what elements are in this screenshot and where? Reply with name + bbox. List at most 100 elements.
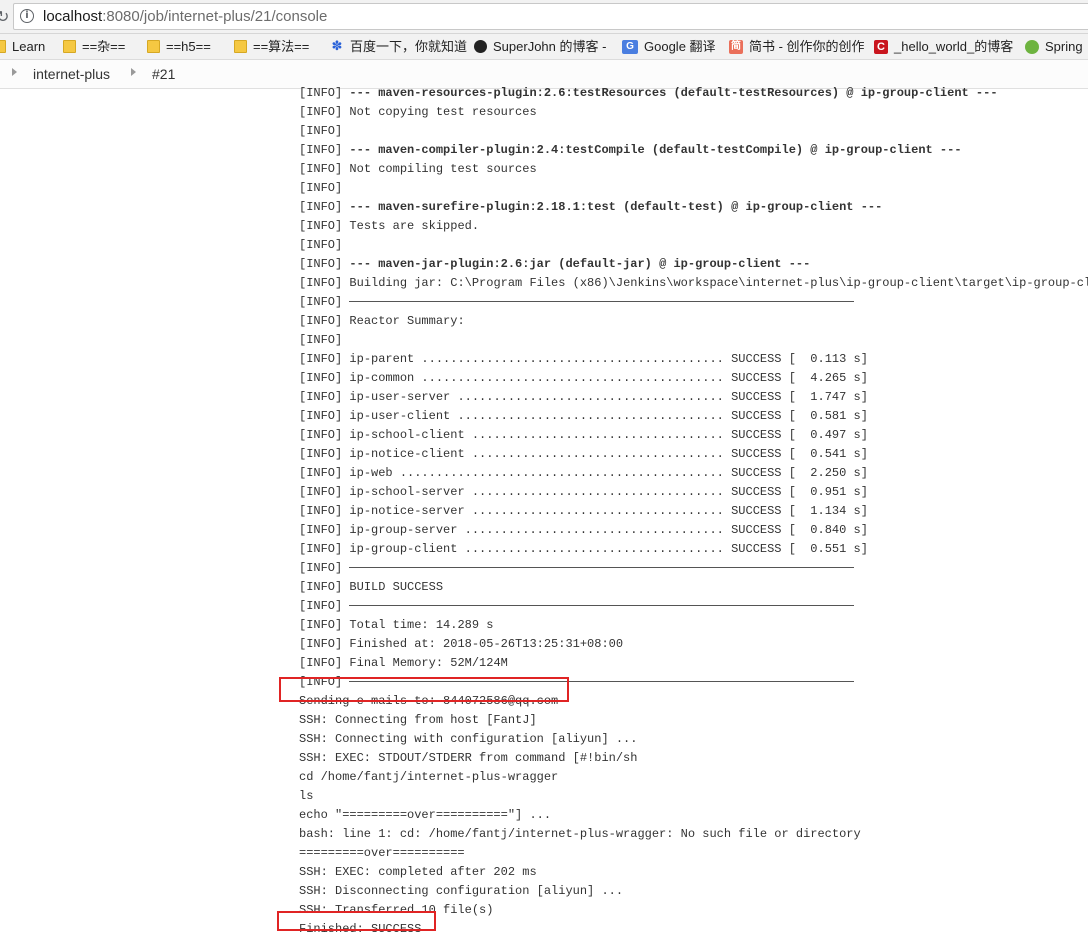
- console-line: [INFO] --- maven-surefire-plugin:2.18.1:…: [299, 198, 1088, 217]
- bookmark-jianshu[interactable]: 简简书 - 创作你的创作: [729, 38, 865, 56]
- info-icon[interactable]: i: [20, 9, 34, 23]
- console-line-text: ip-group-client ........................…: [349, 542, 868, 556]
- log-level-prefix: [INFO]: [299, 276, 350, 290]
- console-output: [INFO] --- maven-resources-plugin:2.6:te…: [299, 84, 1088, 939]
- log-level-prefix: [INFO]: [299, 504, 350, 518]
- console-line: SSH: EXEC: completed after 202 ms: [299, 863, 1088, 882]
- console-line: [INFO]: [299, 236, 1088, 255]
- bookmark-label: _hello_world_的博客: [894, 39, 1014, 54]
- console-line: [INFO] --- maven-compiler-plugin:2.4:tes…: [299, 141, 1088, 160]
- console-line: [INFO] ip-web ..........................…: [299, 464, 1088, 483]
- bookmark-label: 百度一下，你就知道: [350, 39, 468, 54]
- log-level-prefix: [INFO]: [299, 542, 350, 556]
- console-line: [INFO]: [299, 179, 1088, 198]
- log-level-prefix: [INFO]: [299, 599, 350, 613]
- folder-icon: [63, 40, 76, 54]
- console-line-text: --- maven-surefire-plugin:2.18.1:test (d…: [349, 200, 883, 214]
- bookmark-label: ==算法==: [253, 39, 310, 54]
- log-level-prefix: [INFO]: [299, 580, 350, 594]
- console-line-text: BUILD SUCCESS: [349, 580, 444, 594]
- bookmark-spring[interactable]: Spring: [1025, 38, 1083, 56]
- bookmark-label: Google 翻译: [644, 39, 716, 54]
- log-level-prefix: [INFO]: [299, 618, 350, 632]
- bookmark-csdn[interactable]: C _hello_world_的博客: [874, 38, 1013, 56]
- console-line-text: Not compiling test sources: [349, 162, 537, 176]
- separator-rule: [349, 301, 855, 303]
- console-line-text: ip-notice-server .......................…: [349, 504, 868, 518]
- console-line: [INFO] Building jar: C:\Program Files (x…: [299, 274, 1088, 293]
- console-line-text: ip-group-server ........................…: [349, 523, 868, 537]
- bookmark-google-translate[interactable]: G Google 翻译: [622, 38, 716, 56]
- bookmark-label: ==h5==: [166, 39, 211, 54]
- console-line: [INFO] ip-school-client ................…: [299, 426, 1088, 445]
- log-level-prefix: [INFO]: [299, 219, 350, 233]
- reload-icon[interactable]: ↻: [0, 7, 10, 27]
- spring-icon: [1025, 39, 1039, 54]
- log-level-prefix: [INFO]: [299, 561, 350, 575]
- console-line: [INFO] ip-school-server ................…: [299, 483, 1088, 502]
- github-icon: [474, 40, 487, 54]
- log-level-prefix: [INFO]: [299, 200, 350, 214]
- console-line: cd /home/fantj/internet-plus-wragger: [299, 768, 1088, 787]
- url-path: :8080/job/internet-plus/21/console: [102, 8, 328, 25]
- console-line-text: ip-notice-client .......................…: [349, 447, 868, 461]
- console-line-text: SSH: Connecting with configuration [aliy…: [299, 732, 638, 746]
- log-level-prefix: [INFO]: [299, 637, 350, 651]
- console-line: [INFO] --- maven-jar-plugin:2.6:jar (def…: [299, 255, 1088, 274]
- console-line-text: ip-user-server .........................…: [349, 390, 868, 404]
- console-line-text: SSH: EXEC: STDOUT/STDERR from command [#…: [299, 751, 638, 765]
- console-line: SSH: Connecting from host [FantJ]: [299, 711, 1088, 730]
- log-level-prefix: [INFO]: [299, 447, 350, 461]
- console-line: SSH: Disconnecting configuration [aliyun…: [299, 882, 1088, 901]
- url-host: localhost: [43, 8, 103, 25]
- folder-icon: [234, 40, 247, 54]
- console-line-text: SSH: Disconnecting configuration [aliyun…: [299, 884, 624, 898]
- console-line-text: ip-user-client .........................…: [349, 409, 868, 423]
- bookmarks-bar: Learn ==杂== ==h5== ==算法== ✽ 百度一下，你就知道 Sup…: [0, 34, 1088, 60]
- console-line-text: Not copying test resources: [349, 105, 537, 119]
- console-line: [INFO] ip-group-client .................…: [299, 540, 1088, 559]
- folder-icon: [0, 40, 6, 54]
- url-text[interactable]: localhost:8080/job/internet-plus/21/cons…: [43, 8, 327, 26]
- bookmark-label: Spring: [1045, 39, 1083, 54]
- console-line: [INFO] ip-user-client ..................…: [299, 407, 1088, 426]
- log-level-prefix: [INFO]: [299, 390, 350, 404]
- separator-rule: [349, 567, 855, 569]
- breadcrumb-build-link[interactable]: #21: [152, 66, 175, 83]
- console-line-text: ip-school-client .......................…: [349, 428, 868, 442]
- console-line-text: SSH: Connecting from host [FantJ]: [299, 713, 537, 727]
- console-line-text: =========over==========: [299, 846, 465, 860]
- console-line-text: Reactor Summary:: [349, 314, 465, 328]
- breadcrumb-separator-icon: [131, 68, 136, 76]
- console-line: [INFO] Reactor Summary:: [299, 312, 1088, 331]
- bookmark-algorithms[interactable]: ==算法==: [234, 38, 309, 56]
- folder-icon: [147, 40, 160, 54]
- console-line: [INFO] ip-group-server .................…: [299, 521, 1088, 540]
- bookmark-h5[interactable]: ==h5==: [147, 38, 211, 56]
- log-level-prefix: [INFO]: [299, 295, 350, 309]
- console-line: [INFO] ip-notice-server ................…: [299, 502, 1088, 521]
- console-line-text: SSH: EXEC: completed after 202 ms: [299, 865, 537, 879]
- jianshu-icon: 简: [729, 39, 743, 54]
- console-line: [INFO]: [299, 122, 1088, 141]
- address-bar: ↻ i localhost:8080/job/internet-plus/21/…: [0, 0, 1088, 34]
- console-line: [INFO] ip-user-server ..................…: [299, 388, 1088, 407]
- console-line: [INFO] ip-parent .......................…: [299, 350, 1088, 369]
- log-level-prefix: [INFO]: [299, 371, 350, 385]
- log-level-prefix: [INFO]: [299, 162, 350, 176]
- console-line-text: Total time: 14.289 s: [349, 618, 494, 632]
- console-line: SSH: EXEC: STDOUT/STDERR from command [#…: [299, 749, 1088, 768]
- console-line: [INFO] Finished at: 2018-05-26T13:25:31+…: [299, 635, 1088, 654]
- bookmark-misc[interactable]: ==杂==: [63, 38, 125, 56]
- bookmark-baidu[interactable]: ✽ 百度一下，你就知道: [330, 38, 467, 56]
- bookmark-learn[interactable]: Learn: [0, 38, 45, 56]
- google-translate-icon: G: [622, 39, 638, 54]
- console-line: bash: line 1: cd: /home/fantj/internet-p…: [299, 825, 1088, 844]
- console-line: echo "=========over=========="] ...: [299, 806, 1088, 825]
- url-input[interactable]: i localhost:8080/job/internet-plus/21/co…: [13, 3, 1088, 30]
- breadcrumb-job-link[interactable]: internet-plus: [33, 66, 110, 83]
- console-line-text: Final Memory: 52M/124M: [349, 656, 508, 670]
- email-highlight-box: [279, 677, 569, 702]
- console-line-text: cd /home/fantj/internet-plus-wragger: [299, 770, 559, 784]
- bookmark-superjohn[interactable]: SuperJohn 的博客 -: [474, 38, 606, 56]
